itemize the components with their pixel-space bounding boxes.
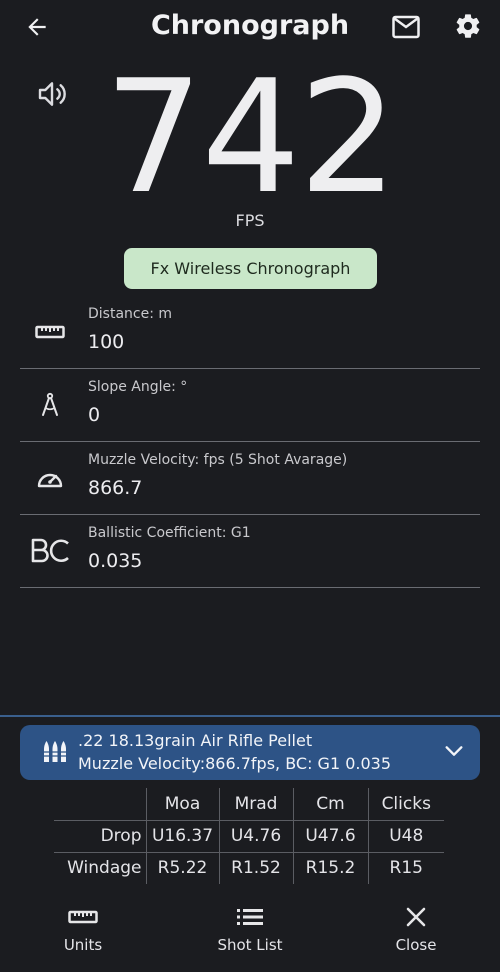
ammo-name: .22 18.13grain Air Rifle Pellet [78, 731, 313, 750]
row-label-windage: Windage [54, 851, 147, 884]
settings-button[interactable] [452, 10, 484, 42]
settings-fields: Distance: m 100 Slope Angle: ° 0 Muzzle … [20, 296, 480, 588]
mail-icon [392, 15, 420, 39]
gear-icon [456, 14, 480, 38]
table-corner [54, 788, 147, 821]
mail-button[interactable] [390, 12, 422, 42]
list-icon [190, 904, 310, 930]
table-row-drop: Drop U16.37 U4.76 U47.6 U48 [54, 819, 444, 853]
ammo-details: Muzzle Velocity:866.7fps, BC: G1 0.035 [78, 754, 392, 773]
row-label-drop: Drop [54, 819, 147, 853]
nav-shot-list-label: Shot List [217, 936, 283, 954]
nav-close-label: Close [395, 936, 437, 954]
drop-cm-cell: U47.6 [292, 819, 369, 853]
drop-mrad-cell: U4.76 [218, 819, 294, 853]
compass-angle-icon [30, 387, 70, 423]
ballistics-table: Moa Mrad Cm Clicks Drop U16.37 U4.76 U47… [54, 788, 444, 884]
bottom-nav: Units Shot List Close [0, 898, 500, 972]
ruler-icon [30, 314, 70, 350]
slope-angle-value: 0 [88, 404, 101, 426]
distance-field[interactable]: Distance: m 100 [20, 296, 480, 369]
muzzle-velocity-value: 866.7 [88, 477, 143, 499]
ruler-icon [23, 904, 143, 930]
windage-cm-cell: R15.2 [292, 851, 369, 884]
windage-clicks-cell: R15 [367, 851, 444, 884]
table-row-windage: Windage R5.22 R1.52 R15.2 R15 [54, 851, 444, 884]
nav-close-button[interactable]: Close [356, 904, 476, 954]
nav-units-button[interactable]: Units [23, 904, 143, 954]
chevron-down-icon [445, 746, 463, 756]
distance-value: 100 [88, 331, 125, 353]
section-divider [0, 715, 500, 717]
device-label: Fx Wireless Chronograph [150, 259, 351, 278]
speedometer-icon [30, 460, 70, 496]
muzzle-velocity-field[interactable]: Muzzle Velocity: fps (5 Shot Avarage) 86… [20, 442, 480, 515]
slope-angle-field[interactable]: Slope Angle: ° 0 [20, 369, 480, 442]
speed-unit: FPS [235, 211, 265, 230]
column-header-mrad: Mrad [218, 788, 294, 821]
windage-moa-cell: R5.22 [145, 851, 220, 884]
speed-readout: 742 [104, 46, 398, 228]
device-chip[interactable]: Fx Wireless Chronograph [124, 248, 377, 289]
ammo-selector[interactable]: .22 18.13grain Air Rifle Pellet Muzzle V… [20, 725, 480, 780]
column-header-moa: Moa [145, 788, 220, 821]
column-header-clicks: Clicks [367, 788, 444, 821]
ballistic-coefficient-value: 0.035 [88, 550, 143, 572]
expand-button[interactable] [440, 737, 468, 765]
bullets-icon [42, 739, 70, 765]
page-title: Chronograph [150, 10, 350, 41]
distance-label: Distance: m [88, 306, 173, 322]
nav-units-label: Units [63, 936, 103, 954]
ballistic-coefficient-field[interactable]: Ballistic Coefficient: G1 0.035 [20, 515, 480, 588]
ballistic-coefficient-label: Ballistic Coefficient: G1 [88, 525, 251, 541]
windage-mrad-cell: R1.52 [218, 851, 294, 884]
column-header-cm: Cm [292, 788, 369, 821]
close-icon [356, 904, 476, 930]
drop-clicks-cell: U48 [367, 819, 444, 853]
nav-shot-list-button[interactable]: Shot List [190, 904, 310, 954]
table-header-row: Moa Mrad Cm Clicks [54, 788, 444, 821]
bc-icon [30, 533, 70, 569]
muzzle-velocity-label: Muzzle Velocity: fps (5 Shot Avarage) [88, 452, 348, 468]
drop-moa-cell: U16.37 [145, 819, 220, 853]
slope-angle-label: Slope Angle: ° [88, 379, 188, 395]
